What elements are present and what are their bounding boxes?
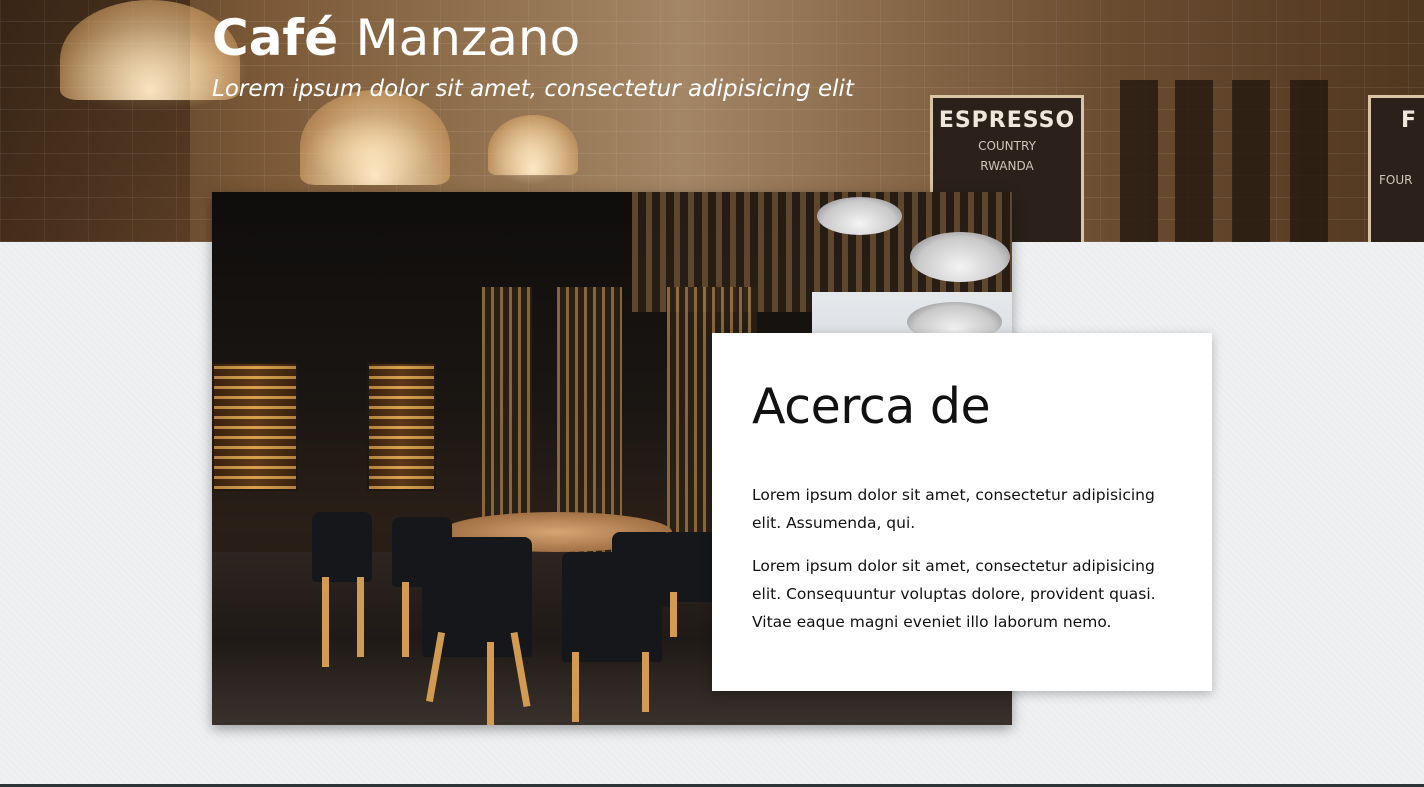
site-title: Café Manzano — [212, 8, 580, 68]
about-paragraph: Lorem ipsum dolor sit amet, consectetur … — [752, 486, 1155, 532]
photo-chair-leg — [670, 592, 677, 637]
photo-pendant-lamp — [910, 232, 1010, 282]
hero-wall-strip — [1120, 80, 1158, 242]
about-title: Acerca de — [752, 378, 991, 435]
photo-chair-leg — [572, 652, 579, 722]
about-paragraph: Lorem ipsum dolor sit amet, consectetur … — [752, 557, 1156, 631]
menu-board-line: RWANDA — [980, 159, 1034, 173]
hero-menu-board: F FOUR — [1368, 95, 1424, 242]
hero-wall-strip — [1175, 80, 1213, 242]
menu-board-text: F — [1401, 108, 1418, 133]
site-title-light: Manzano — [355, 9, 581, 67]
photo-wine-rack — [212, 362, 298, 491]
about-card: Acerca de Lorem ipsum dolor sit amet, co… — [712, 333, 1212, 691]
photo-chair-leg — [642, 652, 649, 712]
site-title-strong: Café — [212, 9, 339, 67]
menu-board-subtext: FOUR — [1379, 173, 1413, 187]
menu-board-text: ESPRESSO — [938, 108, 1076, 133]
hero-wall-strip — [1290, 80, 1328, 242]
photo-pendant-lamp — [817, 197, 902, 235]
photo-chair-leg — [402, 582, 409, 657]
photo-chair-leg — [357, 577, 364, 657]
photo-chair — [312, 512, 372, 582]
menu-board-subtext: COUNTRY — [978, 139, 1036, 153]
hero-wall-strip — [1232, 80, 1270, 242]
photo-wine-rack — [367, 362, 436, 491]
photo-chair-leg — [322, 577, 329, 667]
site-tagline: Lorem ipsum dolor sit amet, consectetur … — [212, 76, 854, 102]
photo-chair-leg — [487, 642, 494, 725]
